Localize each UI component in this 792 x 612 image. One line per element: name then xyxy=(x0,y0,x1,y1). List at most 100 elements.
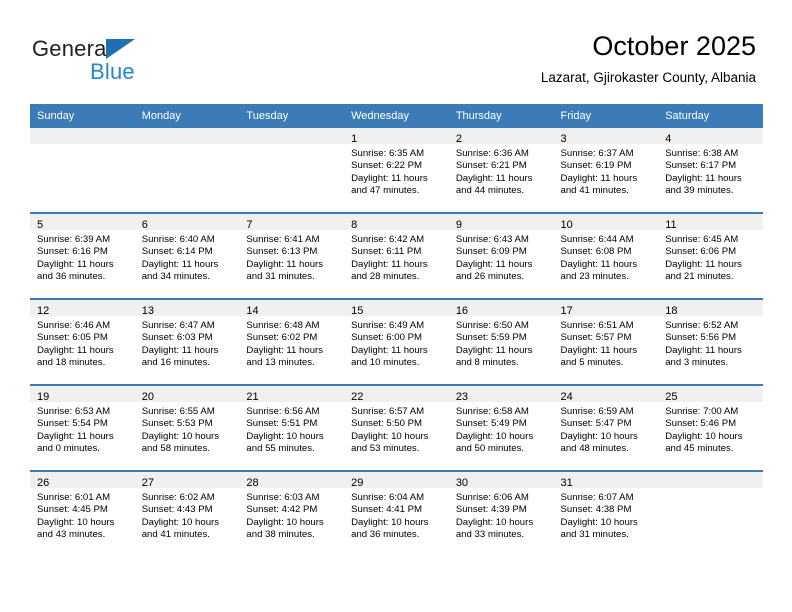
sunrise-time: Sunrise: 6:48 AM xyxy=(246,320,320,331)
day-number-strip: 24 xyxy=(553,386,659,403)
calendar-day-cell[interactable]: 20 Sunrise: 6:55 AM Sunset: 5:53 PM Dayligh… xyxy=(134,384,240,471)
calendar-day-cell[interactable]: 9 Sunrise: 6:43 AM Sunset: 6:09 PM Daylight… xyxy=(448,212,554,299)
daylight-duration-line1: Daylight: 10 hours xyxy=(351,516,429,528)
daylight-duration-line1: Daylight: 11 hours xyxy=(665,258,742,270)
day-number-strip xyxy=(239,128,345,144)
day-number-strip: 27 xyxy=(134,472,240,489)
day-number-strip xyxy=(134,128,240,144)
daylight-duration-line1: Daylight: 10 hours xyxy=(141,516,220,528)
day-cell-body: Sunrise: 6:06 AM Sunset: 4:39 PM Daylight:… xyxy=(449,488,554,542)
calendar-day-cell[interactable]: 27 Sunrise: 6:02 AM Sunset: 4:43 PM Dayligh… xyxy=(134,470,240,556)
sunrise-time: Sunrise: 6:37 AM xyxy=(560,148,634,159)
day-cell-body: Sunrise: 6:48 AM Sunset: 6:02 PM Daylight:… xyxy=(239,316,344,370)
calendar-day-cell-empty xyxy=(30,128,135,213)
day-number: 24 xyxy=(560,391,573,403)
daylight-duration-line2: and 3 minutes. xyxy=(665,357,729,369)
calendar-day-cell[interactable]: 11 Sunrise: 6:45 AM Sunset: 6:06 PM Dayligh… xyxy=(658,212,763,299)
calendar-day-cell[interactable]: 28 Sunrise: 6:03 AM Sunset: 4:42 PM Dayligh… xyxy=(239,470,345,556)
day-cell-body: Sunrise: 6:47 AM Sunset: 6:03 PM Daylight:… xyxy=(135,316,240,370)
daylight-duration-line2: and 18 minutes. xyxy=(37,357,106,369)
day-number-strip: 12 xyxy=(30,300,135,317)
day-number-strip: 1 xyxy=(344,128,449,145)
calendar-week-row: 1 Sunrise: 6:35 AM Sunset: 6:22 PM Daylight… xyxy=(30,128,763,213)
calendar-day-cell[interactable]: 8 Sunrise: 6:42 AM Sunset: 6:11 PM Daylight… xyxy=(344,212,449,299)
sunset-time: Sunset: 4:39 PM xyxy=(455,504,527,516)
calendar-day-cell[interactable]: 17 Sunrise: 6:51 AM Sunset: 5:57 PM Dayligh… xyxy=(553,298,659,385)
calendar-day-cell[interactable]: 6 Sunrise: 6:40 AM Sunset: 6:14 PM Daylight… xyxy=(134,212,240,299)
sunset-time: Sunset: 4:45 PM xyxy=(37,504,108,516)
day-cell-body: Sunrise: 6:50 AM Sunset: 5:59 PM Daylight:… xyxy=(449,316,554,370)
calendar-day-cell[interactable]: 1 Sunrise: 6:35 AM Sunset: 6:22 PM Daylight… xyxy=(344,128,449,213)
calendar-day-cell[interactable]: 3 Sunrise: 6:37 AM Sunset: 6:19 PM Daylight… xyxy=(553,128,659,213)
calendar-day-cell[interactable]: 22 Sunrise: 6:57 AM Sunset: 5:50 PM Dayligh… xyxy=(344,384,449,471)
calendar-day-cell[interactable]: 16 Sunrise: 6:50 AM Sunset: 5:59 PM Dayligh… xyxy=(448,298,554,385)
calendar-day-cell[interactable]: 18 Sunrise: 6:52 AM Sunset: 5:56 PM Dayligh… xyxy=(658,298,763,385)
calendar-day-cell[interactable]: 7 Sunrise: 6:41 AM Sunset: 6:13 PM Daylight… xyxy=(239,212,345,299)
calendar-day-cell[interactable]: 14 Sunrise: 6:48 AM Sunset: 6:02 PM Dayligh… xyxy=(239,298,345,385)
day-cell-body: Sunrise: 6:01 AM Sunset: 4:45 PM Daylight:… xyxy=(30,488,135,542)
calendar-day-cell[interactable]: 29 Sunrise: 6:04 AM Sunset: 4:41 PM Dayligh… xyxy=(344,470,449,556)
daylight-duration-line1: Daylight: 11 hours xyxy=(246,344,324,356)
sunrise-time: Sunrise: 6:07 AM xyxy=(560,492,634,503)
location-subtitle: Lazarat, Gjirokaster County, Albania xyxy=(540,70,756,85)
calendar-day-cell[interactable]: 12 Sunrise: 6:46 AM Sunset: 6:05 PM Dayligh… xyxy=(30,298,135,385)
calendar-day-cell[interactable]: 24 Sunrise: 6:59 AM Sunset: 5:47 PM Dayligh… xyxy=(553,384,659,471)
sunset-time: Sunset: 5:54 PM xyxy=(37,418,108,430)
calendar-day-cell[interactable]: 21 Sunrise: 6:56 AM Sunset: 5:51 PM Dayligh… xyxy=(239,384,345,471)
daylight-duration-line2: and 36 minutes. xyxy=(37,271,106,283)
calendar-day-cell[interactable]: 26 Sunrise: 6:01 AM Sunset: 4:45 PM Dayligh… xyxy=(30,470,135,556)
weekday-header-monday: Monday xyxy=(134,104,240,128)
day-cell-body: Sunrise: 6:40 AM Sunset: 6:14 PM Daylight:… xyxy=(135,230,240,284)
calendar-day-cell[interactable]: 19 Sunrise: 6:53 AM Sunset: 5:54 PM Dayligh… xyxy=(30,384,135,471)
day-cell-body: Sunrise: 6:43 AM Sunset: 6:09 PM Daylight:… xyxy=(449,230,554,284)
daylight-duration-line1: Daylight: 11 hours xyxy=(560,344,638,356)
calendar-day-cell[interactable]: 2 Sunrise: 6:36 AM Sunset: 6:21 PM Daylight… xyxy=(448,128,554,213)
day-number: 17 xyxy=(560,305,573,317)
sunrise-sunset-calendar: Sunday Monday Tuesday Wednesday Thursday… xyxy=(30,104,763,556)
calendar-day-cell[interactable]: 10 Sunrise: 6:44 AM Sunset: 6:08 PM Dayligh… xyxy=(553,212,659,299)
day-number: 4 xyxy=(665,133,672,145)
daylight-duration-line2: and 55 minutes. xyxy=(246,443,315,455)
daylight-duration-line2: and 47 minutes. xyxy=(351,185,420,197)
day-number-strip: 9 xyxy=(448,214,554,231)
daylight-duration-line1: Daylight: 10 hours xyxy=(665,430,743,442)
calendar-day-cell[interactable]: 30 Sunrise: 6:06 AM Sunset: 4:39 PM Dayligh… xyxy=(448,470,554,556)
sunset-time: Sunset: 4:38 PM xyxy=(560,504,632,516)
daylight-duration-line2: and 50 minutes. xyxy=(455,443,525,455)
day-number-strip: 25 xyxy=(658,386,763,403)
daylight-duration-line1: Daylight: 11 hours xyxy=(455,172,533,184)
calendar-day-cell[interactable]: 25 Sunrise: 7:00 AM Sunset: 5:46 PM Dayligh… xyxy=(658,384,763,471)
daylight-duration-line2: and 26 minutes. xyxy=(455,271,525,283)
daylight-duration-line2: and 33 minutes. xyxy=(455,529,525,541)
calendar-day-cell[interactable]: 23 Sunrise: 6:58 AM Sunset: 5:49 PM Dayligh… xyxy=(448,384,554,471)
daylight-duration-line1: Daylight: 11 hours xyxy=(351,172,428,184)
day-cell-body: Sunrise: 6:49 AM Sunset: 6:00 PM Daylight:… xyxy=(344,316,449,370)
sunset-time: Sunset: 6:13 PM xyxy=(246,246,318,258)
day-number-strip: 30 xyxy=(448,472,554,489)
calendar-header-row: Sunday Monday Tuesday Wednesday Thursday… xyxy=(30,104,763,128)
calendar-day-cell[interactable]: 4 Sunrise: 6:38 AM Sunset: 6:17 PM Daylight… xyxy=(658,128,763,213)
day-cell-body: Sunrise: 6:35 AM Sunset: 6:22 PM Daylight:… xyxy=(344,144,449,198)
calendar-day-cell[interactable]: 13 Sunrise: 6:47 AM Sunset: 6:03 PM Dayligh… xyxy=(134,298,240,385)
day-number: 7 xyxy=(246,219,253,231)
calendar-week-row: 19 Sunrise: 6:53 AM Sunset: 5:54 PM Dayligh… xyxy=(30,384,763,471)
sunrise-time: Sunrise: 6:57 AM xyxy=(351,406,425,417)
sunrise-time: Sunrise: 6:35 AM xyxy=(351,148,425,159)
calendar-day-cell[interactable]: 5 Sunrise: 6:39 AM Sunset: 6:16 PM Daylight… xyxy=(30,212,135,299)
day-cell-body: Sunrise: 6:59 AM Sunset: 5:47 PM Daylight:… xyxy=(554,402,659,456)
day-number: 8 xyxy=(351,219,358,231)
day-number: 27 xyxy=(141,477,154,489)
sunrise-time: Sunrise: 6:01 AM xyxy=(37,492,111,503)
sunset-time: Sunset: 6:11 PM xyxy=(351,246,422,258)
day-number: 21 xyxy=(246,391,259,403)
daylight-duration-line2: and 0 minutes. xyxy=(37,443,100,455)
day-number: 1 xyxy=(351,133,358,145)
day-number-strip: 2 xyxy=(448,128,554,145)
daylight-duration-line2: and 36 minutes. xyxy=(351,529,420,541)
day-number-strip: 21 xyxy=(239,386,345,403)
calendar-day-cell[interactable]: 31 Sunrise: 6:07 AM Sunset: 4:38 PM Dayligh… xyxy=(553,470,659,556)
calendar-week-row: 26 Sunrise: 6:01 AM Sunset: 4:45 PM Dayligh… xyxy=(30,470,763,556)
calendar-day-cell[interactable]: 15 Sunrise: 6:49 AM Sunset: 6:00 PM Dayligh… xyxy=(344,298,449,385)
sunset-time: Sunset: 5:56 PM xyxy=(665,332,737,344)
weekday-header-sunday: Sunday xyxy=(30,104,135,128)
